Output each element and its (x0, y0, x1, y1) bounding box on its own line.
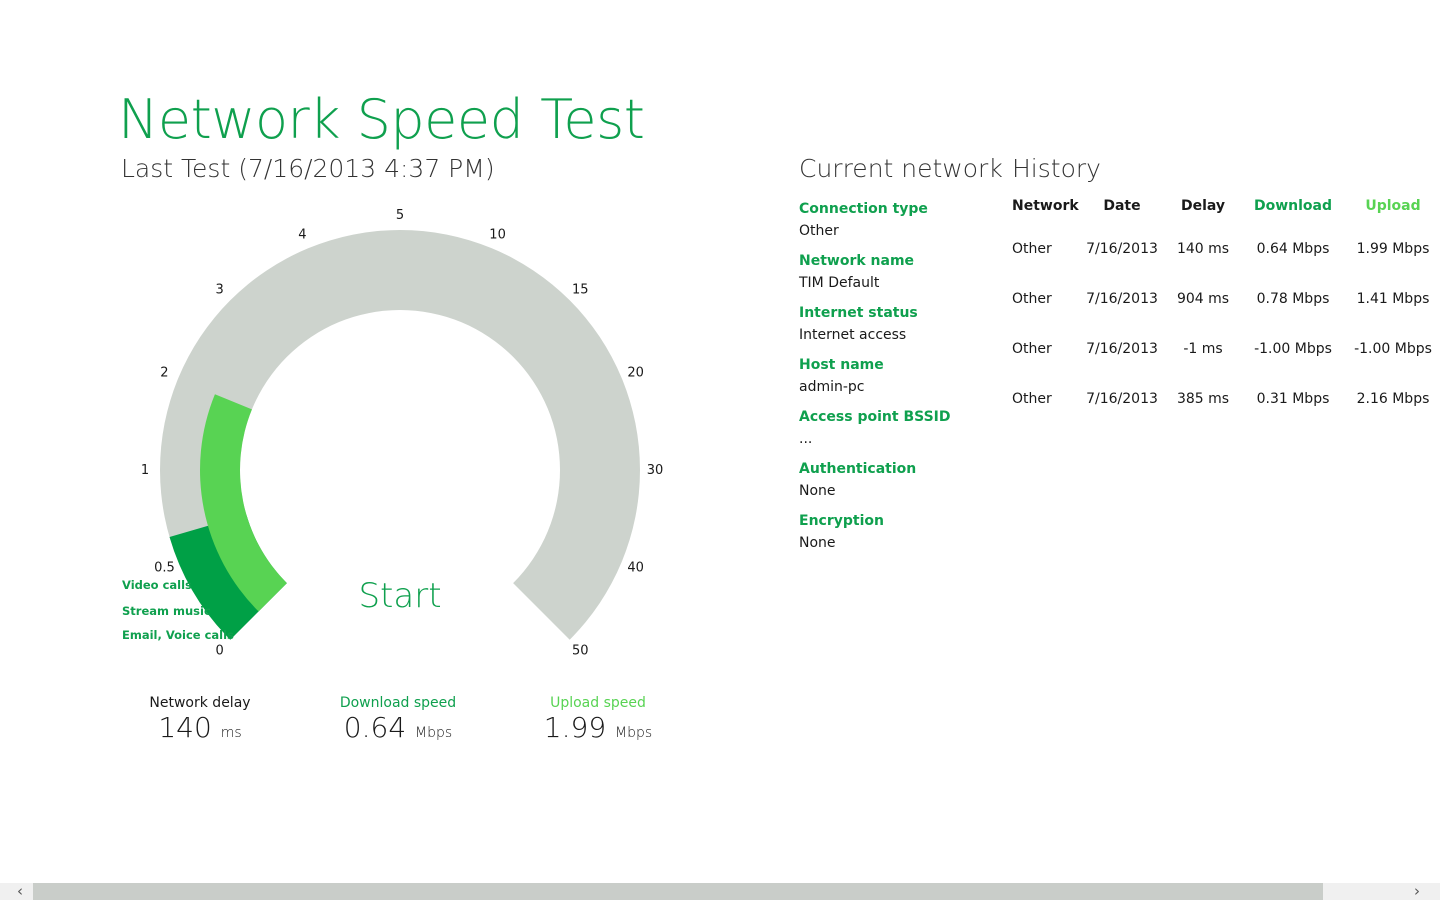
stat-value-row: 140 ms (140, 711, 260, 744)
stat-unit: Mbps (615, 725, 653, 741)
history-rows: Other 7/16/2013 140 ms 0.64 Mbps 1.99 Mbps Ot… (1008, 238, 1440, 438)
network-info-value: TIM Default (799, 275, 880, 291)
stat-label: Download speed (339, 695, 457, 711)
history-col-delay[interactable]: Delay (1168, 198, 1238, 214)
chevron-left-icon[interactable]: ‹ (10, 883, 30, 900)
history-cell-download: 0.64 Mbps (1256, 241, 1330, 257)
network-info-value: Internet access (799, 327, 907, 343)
gauge-tick-label: 0.5 (154, 561, 175, 576)
app-root: Network Speed Test Last Test (7/16/2013 … (0, 0, 1440, 900)
history-cell-network: Other (1012, 291, 1052, 307)
history-row[interactable]: Other 7/16/2013 385 ms 0.31 Mbps 2.16 Mbps (1008, 388, 1440, 438)
gauge-tick-label: 5 (396, 208, 404, 223)
history-col-date[interactable]: Date (1086, 198, 1158, 214)
stat-value-row: 0.64 Mbps (328, 711, 468, 744)
stat-value: 0.64 (343, 711, 407, 744)
history-cell-download: -1.00 Mbps (1254, 341, 1332, 357)
history-col-network[interactable]: Network (1012, 198, 1082, 214)
gauge-tick-label: 1 (141, 463, 149, 478)
stat-network-delay: Network delay 140 ms (140, 695, 260, 744)
gauge-tick-label: 50 (572, 643, 589, 658)
stat-value-row: 1.99 Mbps (538, 711, 658, 744)
history-cell-network: Other (1012, 391, 1052, 407)
gauge-tick-label: 30 (647, 463, 664, 478)
history-cell-upload: 1.41 Mbps (1356, 291, 1430, 307)
history-cell-delay: 904 ms (1176, 291, 1230, 307)
stat-value: 1.99 (543, 711, 607, 744)
gauge-tick-label: 10 (489, 227, 506, 242)
network-info-item: Authentication None (799, 460, 999, 512)
history-cell-delay: 385 ms (1176, 391, 1230, 407)
network-info-value: None (799, 483, 836, 499)
history-cell-delay: 140 ms (1176, 241, 1230, 257)
history-cell-date: 7/16/2013 (1086, 291, 1158, 307)
history-cell-date: 7/16/2013 (1086, 341, 1158, 357)
history-cell-network: Other (1012, 241, 1052, 257)
network-info-item: Network name TIM Default (799, 252, 999, 304)
history-col-download[interactable]: Download (1248, 198, 1338, 214)
history-cell-delay: -1 ms (1183, 341, 1223, 357)
gauge-tick-label: 0 (216, 643, 224, 658)
stats-bar: Network delay 140 ms Download speed 0.64… (0, 695, 760, 755)
network-info-item: Encryption None (799, 512, 999, 564)
network-info-value: Other (799, 223, 839, 239)
horizontal-scrollbar[interactable]: ‹ › (0, 883, 1440, 900)
scrollbar-thumb[interactable] (33, 883, 1323, 900)
network-info-key: Internet status (799, 305, 918, 321)
history-cell-download: 0.31 Mbps (1256, 391, 1330, 407)
history-cell-download: 0.78 Mbps (1256, 291, 1330, 307)
gauge-tick-label: 40 (627, 561, 644, 576)
gauge-tick-label: 4 (298, 227, 306, 242)
history-header-row: Network Date Delay Download Upload (1008, 198, 1440, 220)
network-info-key: Network name (799, 253, 915, 269)
gauge-tick-label: 3 (216, 283, 224, 298)
network-info-key: Connection type (799, 201, 928, 217)
last-test-label: Last Test (7/16/2013 4:37 PM) (121, 154, 495, 183)
history-cell-upload: 1.99 Mbps (1356, 241, 1430, 257)
network-info-key: Authentication (799, 461, 917, 477)
network-info-value: ... (799, 431, 813, 447)
gauge-zone-label: Email, Voice calls (122, 628, 234, 642)
stat-upload-speed: Upload speed 1.99 Mbps (538, 695, 658, 744)
page-title: Network Speed Test (118, 88, 645, 151)
network-info-value: admin-pc (799, 379, 865, 395)
start-button[interactable]: Start (340, 574, 460, 618)
current-network-list: Connection type Other Network name TIM Defa… (799, 200, 999, 564)
history-row[interactable]: Other 7/16/2013 904 ms 0.78 Mbps 1.41 Mbps (1008, 288, 1440, 338)
gauge-zone-label: Stream music (122, 604, 211, 618)
gauge-tick-label: 2 (160, 365, 168, 380)
history-table: Network Date Delay Download Upload Other… (1008, 198, 1440, 407)
stat-label: Upload speed (550, 695, 646, 711)
stat-label: Network delay (149, 695, 251, 711)
gauge-zone-label: Video calls (122, 578, 192, 592)
history-row[interactable]: Other 7/16/2013 -1 ms -1.00 Mbps -1.00 Mbps (1008, 338, 1440, 388)
history-cell-date: 7/16/2013 (1086, 241, 1158, 257)
history-cell-upload: 2.16 Mbps (1356, 391, 1430, 407)
history-cell-network: Other (1012, 341, 1052, 357)
network-info-key: Encryption (799, 513, 884, 529)
history-row[interactable]: Other 7/16/2013 140 ms 0.64 Mbps 1.99 Mbps (1008, 238, 1440, 288)
history-cell-upload: -1.00 Mbps (1354, 341, 1432, 357)
network-info-item: Host name admin-pc (799, 356, 999, 408)
history-col-upload[interactable]: Upload (1348, 198, 1438, 214)
gauge-tick-label: 15 (572, 283, 589, 298)
history-heading: History (1012, 154, 1101, 183)
network-info-item: Access point BSSID... (799, 408, 999, 460)
current-network-heading: Current network (799, 154, 1003, 183)
chevron-right-icon[interactable]: › (1407, 883, 1427, 900)
gauge-tick-label: 20 (627, 365, 644, 380)
stat-download-speed: Download speed 0.64 Mbps (328, 695, 468, 744)
stat-unit: ms (220, 725, 242, 741)
network-info-item: Connection type Other (799, 200, 999, 252)
network-info-key: Host name (799, 357, 884, 373)
stat-unit: Mbps (415, 725, 453, 741)
history-cell-date: 7/16/2013 (1086, 391, 1158, 407)
speed-gauge: 0 0.5 1 2 3 4 5 10 15 20 30 40 50 Video calls Stream m… (100, 200, 680, 670)
network-info-key: Access point BSSID (799, 409, 951, 425)
stat-value: 140 (158, 711, 212, 744)
network-info-value: None (799, 535, 836, 551)
network-info-item: Internet status Internet access (799, 304, 999, 356)
